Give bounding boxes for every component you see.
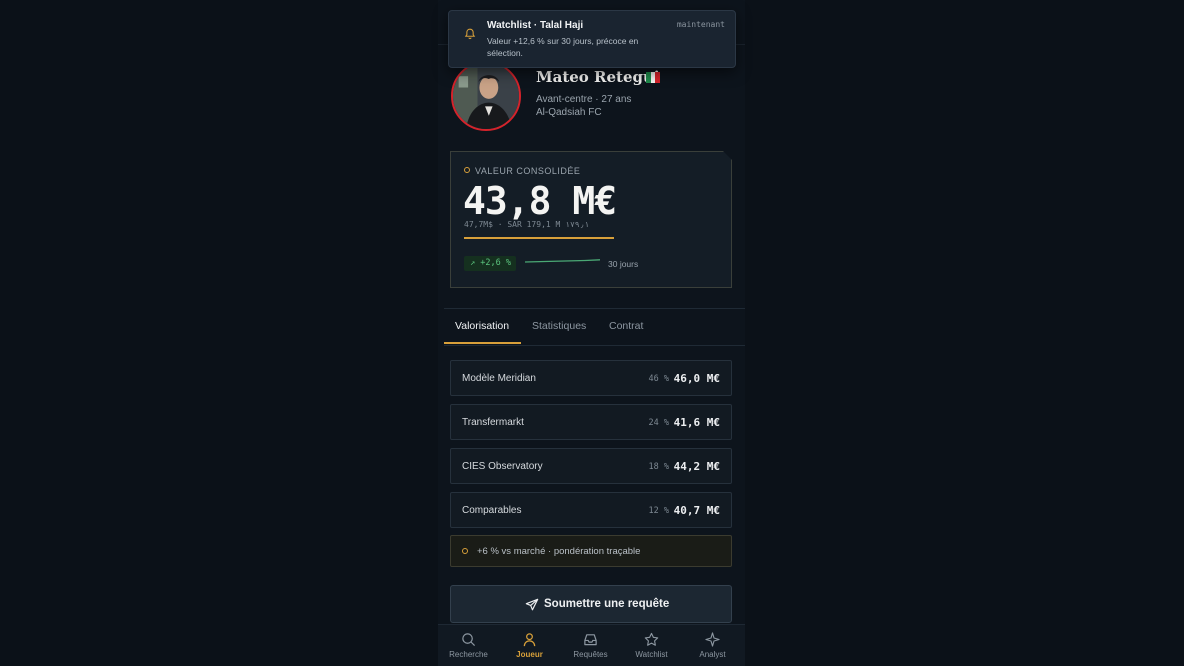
- source-label: CIES Observatory: [462, 461, 543, 472]
- toast-title: Watchlist · Talal Haji: [487, 20, 584, 31]
- source-label: Modèle Meridian: [462, 373, 536, 384]
- avatar: [451, 61, 521, 131]
- toast-body: Valeur +12,6 % sur 30 jours, précoce en …: [487, 36, 639, 58]
- player-club: Al-Qadsiah FC: [536, 107, 602, 118]
- submit-request-button[interactable]: Soumettre une requête: [450, 585, 732, 623]
- card-corner-notch: [723, 151, 732, 160]
- player-name: Mateo Retegui: [536, 68, 660, 86]
- nav-joueur[interactable]: Joueur: [499, 625, 560, 666]
- tab-bar: Valorisation Statistiques Contrat: [444, 308, 745, 346]
- nav-label: Requêtes: [573, 650, 608, 659]
- player-photo: [453, 63, 519, 129]
- submit-request-label: Soumettre une requête: [544, 598, 670, 610]
- source-row-comparables[interactable]: Comparables 12 % 40,7 M€: [450, 492, 732, 528]
- player-position-age: Avant-centre · 27 ans: [536, 94, 632, 105]
- source-value: 41,6 M€: [673, 416, 720, 429]
- source-weight: 46 %: [648, 374, 669, 384]
- send-icon: [525, 598, 539, 611]
- tab-statistiques[interactable]: Statistiques: [532, 320, 586, 332]
- value-period: 30 jours: [608, 259, 639, 269]
- nav-requetes[interactable]: Requêtes: [560, 625, 621, 666]
- notification-toast[interactable]: Watchlist · Talal Haji Valeur +12,6 % su…: [448, 10, 736, 68]
- toast-time: maintenant: [676, 20, 725, 29]
- tab-valorisation[interactable]: Valorisation: [455, 320, 509, 332]
- value-card: VALEUR CONSOLIDÉE 43,8 M€ 47,7M$ · SAR 1…: [450, 151, 732, 288]
- source-weight: 12 %: [648, 506, 669, 516]
- nav-analyst[interactable]: Analyst: [682, 625, 743, 666]
- value-underline: [464, 237, 614, 239]
- search-icon: [462, 633, 476, 647]
- nav-label: Joueur: [516, 650, 543, 659]
- sparkline: [525, 259, 601, 263]
- source-row-cies[interactable]: CIES Observatory 18 % 44,2 M€: [450, 448, 732, 484]
- value-conversions: 47,7M$ · SAR 179,1 M ١٧٩٫١: [464, 220, 590, 229]
- inbox-icon: [584, 634, 597, 646]
- source-weight: 24 %: [648, 418, 669, 428]
- status-dot-icon: [462, 548, 468, 554]
- source-label: Transfermarkt: [462, 417, 524, 428]
- market-note: +6 % vs marché · pondération traçable: [450, 535, 732, 567]
- star-icon: [644, 632, 659, 646]
- value-label: VALEUR CONSOLIDÉE: [475, 166, 581, 176]
- source-value: 44,2 M€: [673, 460, 720, 473]
- active-tab-indicator: [444, 342, 521, 344]
- nav-label: Analyst: [699, 650, 726, 659]
- nav-label: Watchlist: [635, 650, 668, 659]
- tab-contrat[interactable]: Contrat: [609, 320, 643, 332]
- nav-recherche[interactable]: Recherche: [438, 625, 499, 666]
- flag-icon: [646, 72, 661, 83]
- source-value: 40,7 M€: [673, 504, 720, 517]
- mobile-app-frame: Mateo Retegui Avant-centre · 27 ans Al-Q…: [438, 0, 745, 666]
- source-weight: 18 %: [648, 462, 669, 472]
- market-note-text: +6 % vs marché · pondération traçable: [477, 546, 641, 557]
- value-delta-badge: ↗ +2,6 %: [464, 256, 516, 271]
- nav-label: Recherche: [449, 650, 488, 659]
- source-label: Comparables: [462, 505, 522, 516]
- source-row-meridian[interactable]: Modèle Meridian 46 % 46,0 M€: [450, 360, 732, 396]
- source-row-transfermarkt[interactable]: Transfermarkt 24 % 41,6 M€: [450, 404, 732, 440]
- status-dot-icon: [464, 167, 470, 173]
- consolidated-value: 43,8 M€: [463, 179, 617, 223]
- sparkle-icon: [705, 632, 720, 647]
- bell-icon: [464, 28, 476, 40]
- source-value: 46,0 M€: [673, 372, 720, 385]
- user-icon: [523, 633, 536, 647]
- bottom-nav: Recherche Joueur Requêtes Watchlist Anal…: [438, 624, 745, 666]
- nav-watchlist[interactable]: Watchlist: [621, 625, 682, 666]
